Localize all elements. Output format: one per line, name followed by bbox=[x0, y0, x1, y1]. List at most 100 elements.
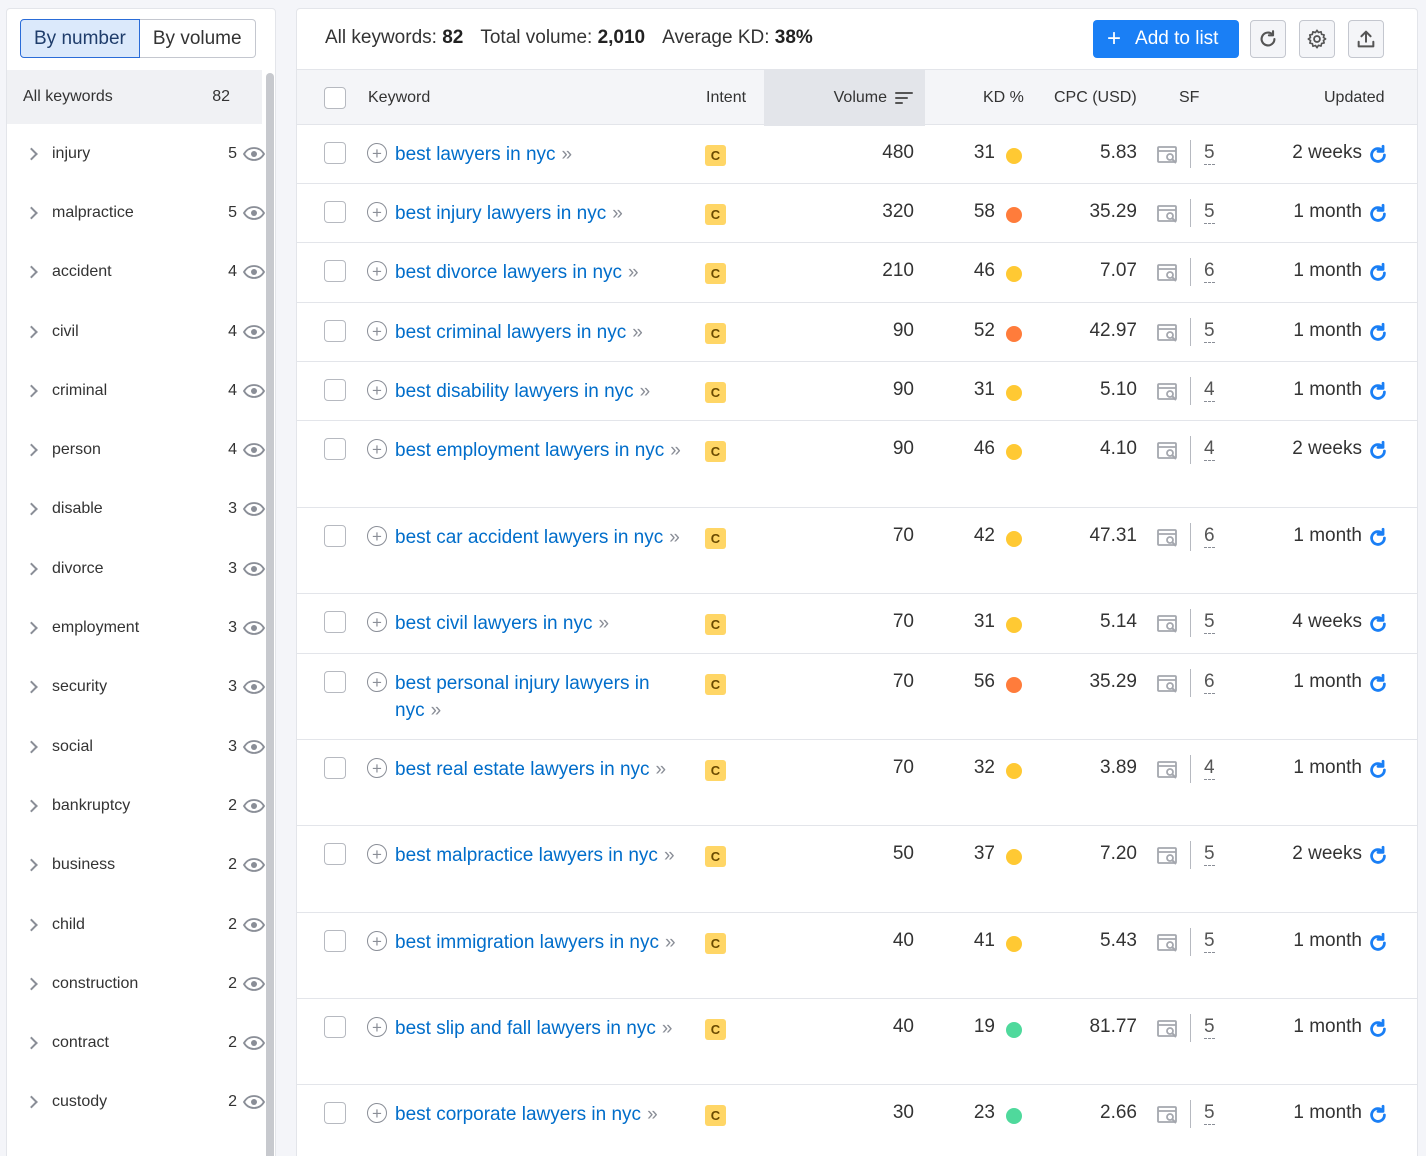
serp-features-icon[interactable] bbox=[1157, 528, 1179, 548]
by-number-button[interactable]: By number bbox=[20, 19, 140, 58]
group-item[interactable]: civil 4 bbox=[7, 302, 265, 361]
chevron-right-icon[interactable] bbox=[25, 680, 38, 694]
keyword-overview-icon[interactable]: » bbox=[628, 262, 639, 283]
eye-icon[interactable] bbox=[243, 324, 265, 339]
serp-features-count[interactable]: 5 bbox=[1204, 201, 1215, 224]
settings-button[interactable] bbox=[1299, 20, 1335, 58]
group-item[interactable]: custody 2 bbox=[7, 1073, 265, 1132]
serp-features-icon[interactable] bbox=[1157, 382, 1179, 402]
chevron-right-icon[interactable] bbox=[25, 918, 38, 931]
keyword-overview-icon[interactable]: » bbox=[632, 322, 643, 343]
serp-features-icon[interactable] bbox=[1157, 204, 1179, 224]
chevron-right-icon[interactable] bbox=[25, 977, 38, 991]
keyword-text[interactable]: best employment lawyers in nyc bbox=[395, 440, 664, 461]
keyword-link[interactable]: best immigration lawyers in nyc » bbox=[395, 929, 687, 956]
keyword-link[interactable]: best lawyers in nyc » bbox=[395, 141, 687, 168]
group-item[interactable]: malpractice 5 bbox=[7, 183, 265, 242]
column-volume[interactable]: Volume bbox=[764, 70, 925, 126]
row-checkbox[interactable] bbox=[324, 201, 346, 223]
keyword-text[interactable]: best immigration lawyers in nyc bbox=[395, 932, 659, 953]
keyword-text[interactable]: best lawyers in nyc bbox=[395, 144, 556, 165]
keyword-overview-icon[interactable]: » bbox=[640, 381, 651, 402]
eye-icon[interactable] bbox=[243, 680, 265, 695]
refresh-icon[interactable] bbox=[1367, 1018, 1389, 1040]
eye-icon[interactable] bbox=[243, 443, 265, 458]
group-item[interactable]: business 2 bbox=[7, 836, 265, 895]
row-checkbox[interactable] bbox=[324, 671, 346, 693]
keyword-overview-icon[interactable]: » bbox=[665, 932, 676, 953]
chevron-right-icon[interactable] bbox=[25, 443, 38, 457]
column-keyword[interactable]: Keyword bbox=[368, 70, 430, 126]
eye-icon[interactable] bbox=[243, 502, 265, 517]
keyword-overview-icon[interactable]: » bbox=[647, 1104, 658, 1125]
keyword-overview-icon[interactable]: » bbox=[562, 144, 573, 165]
chevron-right-icon[interactable] bbox=[25, 147, 38, 161]
row-checkbox[interactable] bbox=[324, 438, 346, 460]
refresh-icon[interactable] bbox=[1367, 673, 1389, 695]
eye-icon[interactable] bbox=[243, 739, 265, 754]
row-checkbox[interactable] bbox=[324, 1016, 346, 1038]
chevron-right-icon[interactable] bbox=[25, 858, 38, 872]
keyword-overview-icon[interactable]: » bbox=[656, 759, 667, 780]
keyword-overview-icon[interactable]: » bbox=[431, 700, 442, 721]
chevron-right-icon[interactable] bbox=[25, 799, 38, 813]
refresh-icon[interactable] bbox=[1367, 932, 1389, 954]
row-checkbox[interactable] bbox=[324, 1102, 346, 1124]
export-button[interactable] bbox=[1348, 20, 1384, 58]
serp-features-icon[interactable] bbox=[1157, 846, 1179, 866]
serp-features-count[interactable]: 5 bbox=[1204, 1016, 1215, 1039]
refresh-icon[interactable] bbox=[1367, 381, 1389, 403]
eye-icon[interactable] bbox=[243, 1036, 265, 1050]
serp-features-count[interactable]: 4 bbox=[1204, 438, 1215, 461]
keyword-text[interactable]: best slip and fall lawyers in nyc bbox=[395, 1018, 656, 1039]
refresh-icon[interactable] bbox=[1367, 527, 1389, 549]
keyword-link[interactable]: best disability lawyers in nyc » bbox=[395, 378, 687, 405]
serp-features-count[interactable]: 5 bbox=[1204, 320, 1215, 343]
eye-icon[interactable] bbox=[243, 146, 265, 161]
keyword-overview-icon[interactable]: » bbox=[598, 613, 609, 634]
group-item[interactable]: accident 4 bbox=[7, 243, 265, 302]
serp-features-icon[interactable] bbox=[1157, 933, 1179, 953]
refresh-button[interactable] bbox=[1250, 20, 1286, 58]
add-keyword-icon[interactable]: + bbox=[367, 931, 387, 951]
add-keyword-icon[interactable]: + bbox=[367, 380, 387, 400]
refresh-icon[interactable] bbox=[1367, 144, 1389, 166]
column-sf[interactable]: SF bbox=[1179, 70, 1199, 126]
serp-features-count[interactable]: 5 bbox=[1204, 142, 1215, 165]
add-keyword-icon[interactable]: + bbox=[367, 1103, 387, 1123]
eye-icon[interactable] bbox=[243, 799, 265, 813]
chevron-right-icon[interactable] bbox=[25, 740, 38, 753]
add-keyword-icon[interactable]: + bbox=[367, 758, 387, 778]
group-item[interactable]: social 3 bbox=[7, 717, 265, 776]
serp-features-count[interactable]: 4 bbox=[1204, 379, 1215, 402]
keyword-text[interactable]: best corporate lawyers in nyc bbox=[395, 1104, 641, 1125]
eye-icon[interactable] bbox=[243, 621, 265, 635]
group-item[interactable]: child 2 bbox=[7, 895, 265, 954]
add-keyword-icon[interactable]: + bbox=[367, 202, 387, 222]
keyword-overview-icon[interactable]: » bbox=[662, 1018, 673, 1039]
keyword-text[interactable]: best criminal lawyers in nyc bbox=[395, 322, 626, 343]
row-checkbox[interactable] bbox=[324, 930, 346, 952]
add-keyword-icon[interactable]: + bbox=[367, 261, 387, 281]
keyword-text[interactable]: best civil lawyers in nyc bbox=[395, 613, 592, 634]
keyword-link[interactable]: best civil lawyers in nyc » bbox=[395, 610, 687, 637]
keyword-link[interactable]: best employment lawyers in nyc » bbox=[395, 437, 687, 464]
select-all-checkbox[interactable] bbox=[324, 87, 346, 109]
column-updated[interactable]: Updated bbox=[1324, 70, 1385, 126]
refresh-icon[interactable] bbox=[1367, 440, 1389, 462]
column-cpc[interactable]: CPC (USD) bbox=[1054, 70, 1137, 126]
eye-icon[interactable] bbox=[243, 561, 265, 576]
eye-icon[interactable] bbox=[243, 917, 265, 932]
all-keywords-group[interactable]: All keywords 82 bbox=[7, 70, 262, 124]
serp-features-icon[interactable] bbox=[1157, 614, 1179, 634]
row-checkbox[interactable] bbox=[324, 320, 346, 342]
serp-features-icon[interactable] bbox=[1157, 263, 1179, 283]
add-keyword-icon[interactable]: + bbox=[367, 143, 387, 163]
add-keyword-icon[interactable]: + bbox=[367, 672, 387, 692]
serp-features-count[interactable]: 6 bbox=[1204, 671, 1215, 694]
refresh-icon[interactable] bbox=[1367, 1104, 1389, 1126]
chevron-right-icon[interactable] bbox=[25, 325, 38, 338]
serp-features-count[interactable]: 6 bbox=[1204, 525, 1215, 548]
keyword-text[interactable]: best malpractice lawyers in nyc bbox=[395, 845, 658, 866]
keyword-link[interactable]: best personal injury lawyers in nyc» bbox=[395, 670, 687, 724]
